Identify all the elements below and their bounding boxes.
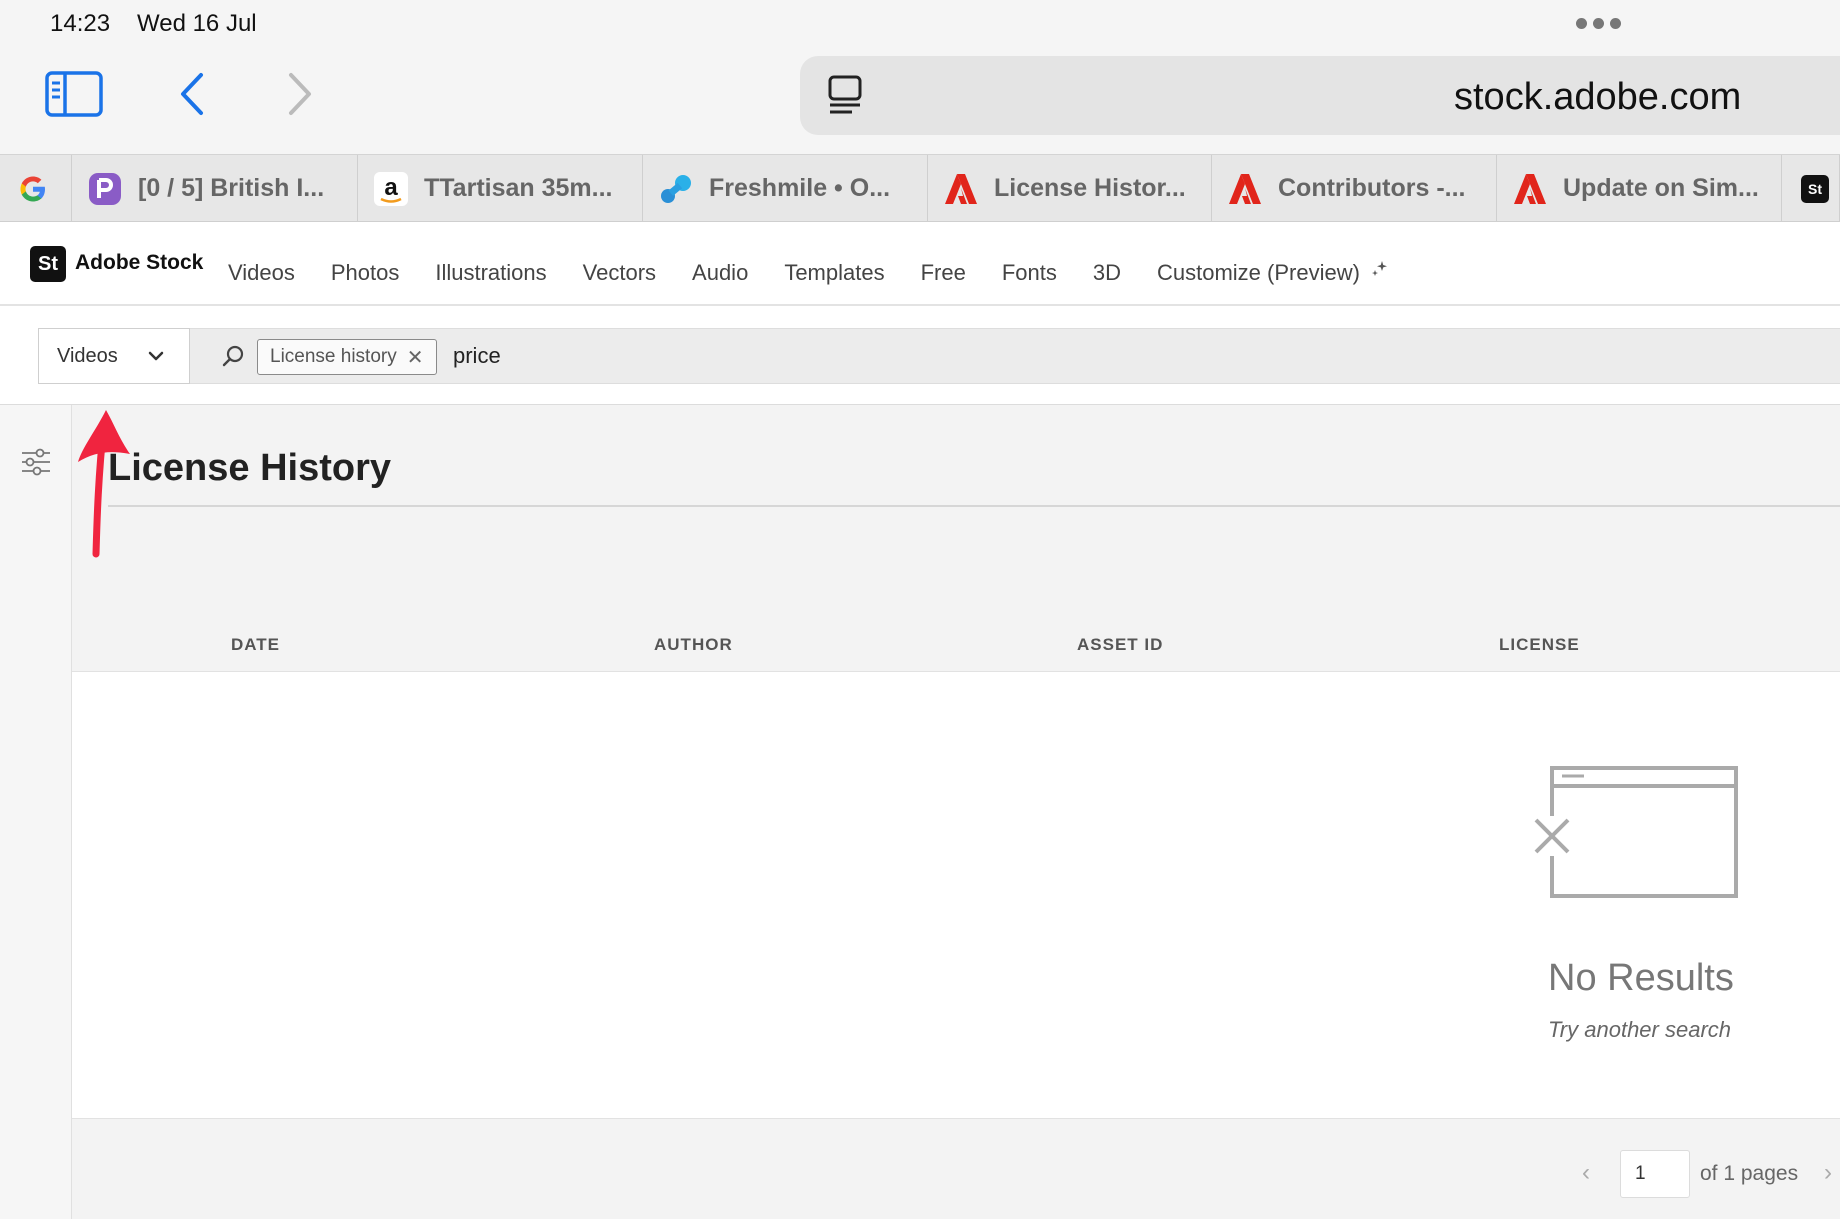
search-icon <box>222 345 244 367</box>
tab-google[interactable] <box>0 155 72 222</box>
search-row: Videos License history ✕ price <box>0 306 1840 405</box>
amazon-icon: a <box>374 171 408 206</box>
adobe-icon <box>1513 172 1547 206</box>
left-rail <box>0 405 72 1219</box>
table-body: No Results Try another search <box>72 671 1840 1119</box>
tab-label: [0 / 5] British I... <box>138 174 325 202</box>
google-icon <box>16 172 50 206</box>
column-author: AUTHOR <box>654 635 733 654</box>
status-date: Wed 16 Jul <box>137 10 257 37</box>
no-results-subtitle: Try another search <box>1548 1017 1732 1042</box>
chevron-right-icon <box>289 73 311 115</box>
tab-label: Contributors -... <box>1278 174 1466 202</box>
column-date: DATE <box>231 635 281 654</box>
nav-customize[interactable]: Customize (Preview) <box>1157 260 1388 286</box>
tab-freshmile[interactable]: Freshmile • O... <box>643 155 928 222</box>
nav-customize-label: Customize (Preview) <box>1157 260 1360 285</box>
nav-fonts[interactable]: Fonts <box>1002 260 1057 286</box>
license-history-chip[interactable]: License history ✕ <box>257 339 437 375</box>
back-button[interactable] <box>162 68 222 120</box>
status-time: 14:23 <box>50 10 111 37</box>
tab-label: License Histor... <box>994 174 1186 202</box>
multitasking-dots-icon[interactable] <box>1576 18 1621 29</box>
nav-photos[interactable]: Photos <box>331 260 400 286</box>
column-license: LICENSE <box>1499 635 1580 654</box>
nav-illustrations[interactable]: Illustrations <box>435 260 546 286</box>
status-bar: 14:23 Wed 16 Jul <box>0 0 1840 48</box>
tab-adobe-stock[interactable]: St <box>1782 155 1840 222</box>
tab-bar: [0 / 5] British I... a TTartisan 35m... … <box>0 154 1840 222</box>
chevron-down-icon <box>148 351 164 361</box>
svg-text:St: St <box>1808 181 1822 197</box>
tab-label: TTartisan 35m... <box>424 174 613 202</box>
address-bar[interactable]: stock.adobe.com <box>800 56 1840 135</box>
empty-window-icon <box>1532 766 1738 898</box>
sidebar-icon <box>45 71 103 117</box>
adobe-icon <box>1228 172 1262 206</box>
next-page-icon[interactable]: › <box>1824 1159 1832 1187</box>
tab-british[interactable]: [0 / 5] British I... <box>72 155 358 222</box>
adobe-stock-logo[interactable]: St <box>30 246 66 282</box>
nav-free[interactable]: Free <box>921 260 966 286</box>
adobe-stock-header: St Adobe Stock Videos Photos Illustratio… <box>0 222 1840 306</box>
forward-button[interactable] <box>270 68 330 120</box>
tab-update[interactable]: Update on Sim... <box>1497 155 1782 222</box>
purple-app-icon <box>88 172 122 206</box>
sparkle-icon <box>1372 261 1388 276</box>
nav-audio[interactable]: Audio <box>692 260 748 286</box>
svg-text:a: a <box>384 174 398 201</box>
url-text: stock.adobe.com <box>1454 76 1742 118</box>
main-nav: Videos Photos Illustrations Vectors Audi… <box>228 260 1388 286</box>
tab-license-history[interactable]: License Histor... <box>928 155 1212 222</box>
nav-3d[interactable]: 3D <box>1093 260 1121 286</box>
tab-amazon[interactable]: a TTartisan 35m... <box>358 155 643 222</box>
no-results-title: No Results <box>1548 957 1734 999</box>
adobe-stock-icon: St <box>1798 172 1832 206</box>
tab-label: Freshmile • O... <box>709 174 891 202</box>
main-content: License History DATE AUTHOR ASSET ID LIC… <box>72 405 1840 1219</box>
page-count-label: of 1 pages <box>1700 1162 1799 1185</box>
brand-name[interactable]: Adobe Stock <box>75 251 203 275</box>
search-query: price <box>453 343 501 368</box>
sidebar-toggle-button[interactable] <box>44 68 104 120</box>
nav-templates[interactable]: Templates <box>784 260 884 286</box>
asset-type-select[interactable]: Videos <box>38 328 190 384</box>
tab-contributors[interactable]: Contributors -... <box>1212 155 1497 222</box>
freshmile-icon <box>659 172 693 206</box>
adobe-icon <box>944 172 978 206</box>
filters-icon[interactable] <box>20 447 52 477</box>
annotation-arrow-icon <box>78 410 130 558</box>
tab-label: Update on Sim... <box>1563 174 1759 202</box>
prev-page-icon[interactable]: ‹ <box>1582 1159 1590 1187</box>
title-divider <box>108 505 1840 507</box>
page-number-input[interactable]: 1 <box>1620 1150 1690 1198</box>
search-input[interactable]: License history ✕ price <box>190 328 1840 384</box>
chevron-left-icon <box>181 73 203 115</box>
page-menu-icon[interactable] <box>826 74 866 116</box>
remove-chip-icon[interactable]: ✕ <box>407 345 424 370</box>
column-asset-id: ASSET ID <box>1077 635 1164 654</box>
browser-toolbar: stock.adobe.com <box>0 48 1840 154</box>
nav-videos[interactable]: Videos <box>228 260 295 286</box>
asset-type-value: Videos <box>57 344 118 367</box>
table-header: DATE AUTHOR ASSET ID LICENSE <box>72 635 1840 671</box>
nav-vectors[interactable]: Vectors <box>583 260 656 286</box>
chip-label: License history <box>270 346 397 367</box>
